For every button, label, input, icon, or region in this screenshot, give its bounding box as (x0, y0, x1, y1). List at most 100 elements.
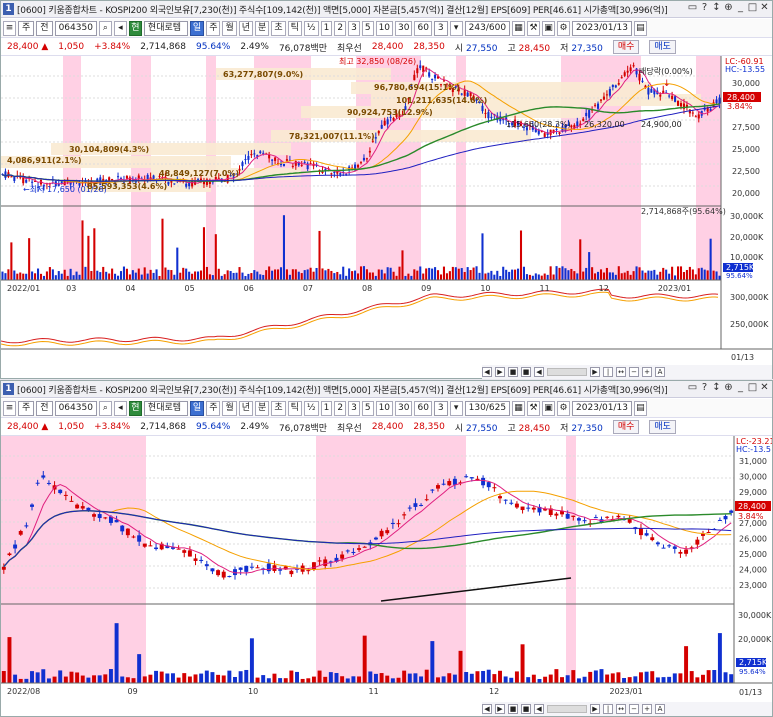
period-second[interactable]: 초 (271, 400, 286, 416)
menu-icon[interactable]: ≡ (3, 400, 16, 416)
zoom-out-icon[interactable]: − (629, 704, 639, 714)
zoom-out-icon[interactable]: − (629, 367, 639, 377)
save-icon[interactable]: ▣ (542, 400, 556, 416)
scroll-left-icon[interactable]: ◀ (482, 367, 492, 377)
calendar-icon[interactable]: ▤ (633, 20, 647, 36)
minimize-icon[interactable]: _ (735, 382, 746, 393)
chevron-down-icon[interactable]: ▾ (449, 20, 463, 36)
tool-icon[interactable]: ⚒ (527, 400, 541, 416)
minute-2[interactable]: 2 (334, 20, 347, 36)
scroll-track[interactable] (547, 368, 587, 376)
calendar-icon[interactable]: ▤ (633, 400, 647, 416)
period-year[interactable]: 년 (238, 400, 254, 416)
expand-icon[interactable]: ↕ (711, 382, 722, 393)
buy-button[interactable]: 매수 (612, 40, 640, 54)
scroll-right-icon[interactable]: ▶ (495, 704, 505, 714)
tool-icon[interactable]: ⚒ (527, 20, 541, 36)
price-chart-svg[interactable]: 최고 32,850 (08/26) ←최저 17,650 (01/28) 배당락… (0, 56, 772, 366)
zoom-range-icon[interactable]: ↔ (616, 704, 626, 714)
close-icon[interactable]: ✕ (759, 2, 770, 13)
minute-10[interactable]: 10 (375, 20, 394, 36)
period-month[interactable]: 월 (222, 400, 237, 416)
minimize-icon[interactable]: _ (735, 2, 746, 13)
period-month[interactable]: 월 (222, 20, 237, 36)
prev-stock-icon[interactable]: ◂ (113, 400, 127, 416)
settings-icon[interactable]: ⚙ (557, 20, 571, 36)
minute-3[interactable]: 3 (348, 20, 360, 36)
link-icon[interactable]: ⊕ (723, 2, 734, 13)
period-year[interactable]: 년 (238, 20, 254, 36)
chart-area[interactable]: 최고 32,850 (08/26) ←최저 17,650 (01/28) 배당락… (0, 56, 772, 366)
period-day[interactable]: 일 (189, 20, 205, 36)
minute-30[interactable]: 30 (395, 400, 413, 416)
stop-icon[interactable]: ■ (521, 367, 531, 377)
search-icon[interactable]: ⌕ (98, 20, 112, 36)
code-type-select[interactable]: 전 (36, 400, 53, 416)
close-icon[interactable]: ✕ (759, 382, 770, 393)
minute-2[interactable]: 2 (334, 400, 347, 416)
period-second[interactable]: 초 (271, 20, 286, 36)
zoom-range-icon[interactable]: ↔ (616, 367, 626, 377)
window-title-bar[interactable]: 1 [0600] 키움종합차트 - KOSPI200 외국인보유[7,230(천… (1, 381, 772, 398)
fit-icon[interactable]: | (603, 704, 613, 714)
sell-button[interactable]: 매도 (649, 420, 676, 434)
minute-30[interactable]: 30 (395, 20, 413, 36)
period-day[interactable]: 일 (189, 400, 205, 416)
stop-icon[interactable]: ■ (521, 704, 531, 714)
count-input[interactable]: 130/625 (464, 400, 511, 416)
ratio-button[interactable]: ½ (303, 400, 319, 416)
period-tick[interactable]: 틱 (287, 20, 302, 36)
code-type-select[interactable]: 전 (36, 20, 53, 36)
help-icon[interactable]: ? (699, 382, 710, 393)
grid-icon[interactable]: ▦ (512, 20, 526, 36)
grid-icon[interactable]: ▦ (512, 400, 526, 416)
expand-icon[interactable]: ↕ (711, 2, 722, 13)
scroll-start-icon[interactable]: ◀ (534, 704, 544, 714)
minute-1[interactable]: 1 (320, 20, 333, 36)
search-icon[interactable]: ⌕ (98, 400, 112, 416)
scroll-track[interactable] (547, 705, 587, 713)
zoom-in-icon[interactable]: + (642, 704, 652, 714)
scroll-right-icon[interactable]: ▶ (495, 367, 505, 377)
help-icon[interactable]: ? (699, 2, 710, 13)
minute-60[interactable]: 60 (414, 400, 432, 416)
menu-icon[interactable]: ≡ (3, 20, 16, 36)
text-icon[interactable]: A (655, 367, 665, 377)
link-icon[interactable]: ⊕ (723, 382, 734, 393)
restore-icon[interactable]: ▭ (687, 382, 698, 393)
window-title-bar[interactable]: 1 [0600] 키움종합차트 - KOSPI200 외국인보유[7,230(천… (1, 1, 772, 18)
period-tick[interactable]: 틱 (287, 400, 302, 416)
zoom-in-icon[interactable]: + (642, 367, 652, 377)
scroll-end-icon[interactable]: ▶ (590, 704, 600, 714)
maximize-icon[interactable]: □ (747, 2, 758, 13)
minute-5[interactable]: 5 (361, 400, 374, 416)
minute-5[interactable]: 5 (361, 20, 374, 36)
interval-select[interactable]: 3 (433, 20, 448, 36)
settings-icon[interactable]: ⚙ (557, 400, 571, 416)
minute-10[interactable]: 10 (375, 400, 394, 416)
market-select[interactable]: 주 (18, 400, 35, 416)
period-week[interactable]: 주 (206, 20, 221, 36)
period-minute[interactable]: 분 (255, 20, 270, 36)
stock-code-input[interactable]: 064350 (54, 20, 97, 36)
maximize-icon[interactable]: □ (747, 382, 758, 393)
pause-icon[interactable]: ■ (508, 704, 518, 714)
count-input[interactable]: 243/600 (464, 20, 511, 36)
chevron-down-icon[interactable]: ▾ (449, 400, 463, 416)
interval-select[interactable]: 3 (433, 400, 448, 416)
restore-icon[interactable]: ▭ (687, 2, 698, 13)
scroll-end-icon[interactable]: ▶ (590, 367, 600, 377)
text-icon[interactable]: A (655, 704, 665, 714)
save-icon[interactable]: ▣ (542, 20, 556, 36)
sell-button[interactable]: 매도 (649, 40, 676, 54)
scroll-left-icon[interactable]: ◀ (482, 704, 492, 714)
minute-3[interactable]: 3 (348, 400, 360, 416)
minute-60[interactable]: 60 (414, 20, 432, 36)
prev-stock-icon[interactable]: ◂ (113, 20, 127, 36)
price-chart-svg[interactable]: LC:-23.21 HC:-13.5 31,00030,00029,00028,… (1, 436, 773, 701)
buy-button[interactable]: 매수 (612, 420, 640, 434)
period-minute[interactable]: 분 (255, 400, 270, 416)
pause-icon[interactable]: ■ (508, 367, 518, 377)
market-select[interactable]: 주 (18, 20, 35, 36)
scroll-start-icon[interactable]: ◀ (534, 367, 544, 377)
